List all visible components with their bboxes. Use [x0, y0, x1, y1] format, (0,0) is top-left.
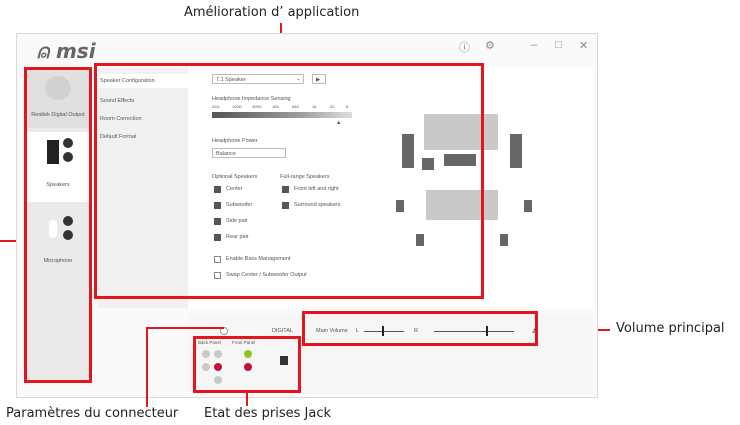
- callout-main-volume: Volume principal: [616, 321, 725, 336]
- settings-icon[interactable]: ⚙: [485, 39, 495, 52]
- maximize-button[interactable]: □: [555, 39, 562, 51]
- callout-line-connector-h: [146, 327, 224, 329]
- highlight-sidebar: [24, 67, 92, 383]
- callout-jack-status: Etat des prises Jack: [204, 406, 332, 421]
- side-right-speaker-icon[interactable]: [524, 200, 532, 212]
- msi-logo: ⍝ msi: [37, 39, 96, 63]
- callout-connector-settings: Paramètres du connecteur: [6, 406, 179, 421]
- callout-line-connector: [146, 327, 148, 407]
- callout-line-jack: [246, 392, 248, 406]
- close-button[interactable]: ✕: [579, 39, 588, 52]
- highlight-app-enhancement: [94, 63, 484, 299]
- callout-app-enhancement: Amélioration d’ application: [184, 5, 360, 20]
- front-right-speaker-icon[interactable]: [510, 134, 522, 168]
- highlight-main-volume: [302, 311, 538, 346]
- minimize-button[interactable]: –: [531, 39, 537, 51]
- rear-right-speaker-icon[interactable]: [500, 234, 508, 246]
- logo-icon: ⍝: [37, 39, 49, 63]
- highlight-jack-status: [193, 336, 301, 393]
- info-icon[interactable]: ⓘ: [459, 39, 470, 55]
- callout-line-left: [0, 240, 16, 242]
- digital-label: DIGITAL: [272, 328, 293, 334]
